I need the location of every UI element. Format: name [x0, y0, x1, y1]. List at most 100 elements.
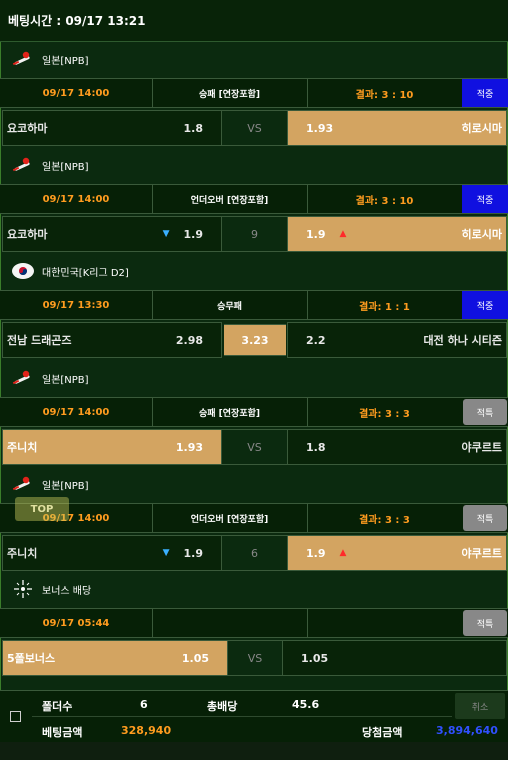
status-badge[interactable]: 적특: [463, 505, 507, 531]
away-odds: 1.9: [306, 227, 326, 241]
league-header: 일본[NPB]: [0, 361, 508, 395]
folder-count-value: 6: [140, 698, 148, 711]
home-odds-cell[interactable]: 요코하마 1.8: [2, 110, 222, 146]
match-result: 결과: 3 : 10: [355, 195, 414, 207]
home-odds-cell[interactable]: 요코하마 ▼ 1.9: [2, 216, 222, 252]
bet-info-row: 09/17 05:44 적특: [0, 608, 508, 638]
market-type: 언더오버 [연장포함]: [152, 504, 308, 532]
draw-cell[interactable]: VS: [228, 640, 282, 676]
away-odds: 1.93: [306, 121, 334, 135]
folder-count-label: 폴더수: [42, 700, 73, 713]
home-odds-cell[interactable]: 주니치 ▼ 1.9: [2, 535, 222, 571]
away-odds-cell[interactable]: 1.93 히로시마: [287, 110, 507, 146]
status-badge[interactable]: 적특: [463, 399, 507, 425]
away-odds: 1.05: [301, 651, 329, 665]
home-odds-cell[interactable]: 주니치 1.93: [2, 429, 222, 465]
korea-flag-icon: [10, 261, 36, 281]
league-header: 보너스 배당: [0, 572, 508, 606]
odds-row: 요코하마 1.8 VS 1.93 히로시마: [0, 110, 508, 146]
home-team: 주니치: [7, 441, 38, 454]
status-badge[interactable]: 적중: [462, 79, 508, 107]
away-odds: 1.8: [306, 440, 326, 454]
scroll-top-button[interactable]: TOP: [15, 497, 69, 521]
away-team: 야쿠르트: [461, 547, 502, 560]
bet-info-row: 09/17 14:00 언더오버 [연장포함] 결과: 3 : 10 적중: [0, 184, 508, 214]
cancel-button[interactable]: 취소: [455, 693, 505, 719]
away-odds-cell[interactable]: 1.9 ▲ 야쿠르트: [287, 535, 507, 571]
match-date: 09/17 05:44: [0, 609, 153, 637]
home-odds: 1.9: [183, 546, 204, 560]
draw-value: 3.23: [241, 333, 269, 347]
match-result: 결과: 3 : 3: [359, 514, 410, 526]
match-date: 09/17 14:00: [0, 185, 153, 213]
home-team: 5폴보너스: [7, 652, 56, 665]
league-name: 일본[NPB]: [42, 480, 89, 492]
draw-value: VS: [247, 121, 262, 135]
home-odds: 1.93: [175, 440, 203, 454]
away-team: 히로시마: [461, 122, 502, 135]
home-team: 요코하마: [7, 228, 48, 241]
away-odds-cell[interactable]: 1.05: [282, 640, 507, 676]
odds-down-icon: ▼: [162, 548, 170, 558]
bet-info-row: 09/17 14:00 승패 [연장포함] 결과: 3 : 3 적특: [0, 397, 508, 427]
league-header: 일본[NPB]: [0, 467, 508, 501]
win-amount-value: 3,894,640: [436, 724, 498, 737]
select-checkbox[interactable]: [10, 711, 21, 722]
league-name: 대한민국[K리그 D2]: [42, 267, 129, 279]
league-name: 일본[NPB]: [42, 55, 89, 67]
away-team: 야쿠르트: [461, 441, 502, 454]
japan-baseball-icon: [10, 155, 36, 175]
match-result: [307, 609, 462, 637]
bet-amount-label: 베팅금액: [42, 726, 83, 739]
bonus-sparkle-icon: [10, 579, 36, 599]
league-header: 대한민국[K리그 D2]: [0, 254, 508, 288]
market-type: 언더오버 [연장포함]: [152, 185, 308, 213]
status-badge[interactable]: 적중: [462, 185, 508, 213]
away-odds-cell[interactable]: 1.8 야쿠르트: [287, 429, 507, 465]
win-amount-label: 당첨금액: [362, 726, 403, 739]
bet-info-row: 09/17 14:00 언더오버 [연장포함] 결과: 3 : 3 적특: [0, 503, 508, 533]
home-odds: 1.8: [183, 121, 204, 135]
bet-summary: 폴더수 6 총배당 45.6 베팅금액 328,940 당첨금액 3,894,6…: [0, 690, 508, 743]
home-odds-cell[interactable]: 전남 드래곤즈 2.98: [2, 322, 222, 358]
league-name: 일본[NPB]: [42, 374, 89, 386]
draw-cell[interactable]: VS: [222, 110, 287, 146]
draw-cell[interactable]: 3.23: [224, 324, 286, 356]
home-odds-cell[interactable]: 5폴보너스 1.05: [2, 640, 228, 676]
odds-up-icon: ▲: [339, 548, 347, 558]
bet-time-text: 베팅시간 : 09/17 13:21: [8, 14, 146, 28]
odds-row: 주니치 ▼ 1.9 6 1.9 ▲ 야쿠르트: [0, 535, 508, 571]
home-team: 요코하마: [7, 122, 48, 135]
odds-up-icon: ▲: [339, 229, 347, 239]
draw-cell[interactable]: 6: [222, 535, 287, 571]
home-odds: 2.98: [175, 333, 203, 347]
draw-value: VS: [247, 651, 263, 665]
away-team: 히로시마: [461, 228, 502, 241]
status-badge[interactable]: 적특: [463, 610, 507, 636]
league-name: 일본[NPB]: [42, 161, 89, 173]
away-odds-cell[interactable]: 2.2 대전 하나 시티즌: [287, 322, 507, 358]
odds-row: 요코하마 ▼ 1.9 9 1.9 ▲ 히로시마: [0, 216, 508, 252]
match-result: 결과: 3 : 10: [355, 89, 414, 101]
match-result: 결과: 1 : 1: [359, 301, 410, 313]
status-badge[interactable]: 적중: [462, 291, 508, 319]
bet-info-row: 09/17 14:00 승패 [연장포함] 결과: 3 : 10 적중: [0, 78, 508, 108]
match-date: 09/17 14:00: [0, 79, 153, 107]
draw-cell[interactable]: VS: [222, 429, 287, 465]
bottom-strip: [0, 742, 508, 760]
home-team: 전남 드래곤즈: [7, 334, 72, 347]
total-odds-label: 총배당: [207, 700, 238, 713]
draw-value: VS: [247, 440, 262, 454]
japan-baseball-icon: [10, 49, 36, 69]
market-type: [152, 609, 308, 637]
odds-row: 5폴보너스 1.05 VS 1.05: [0, 640, 508, 676]
bet-info-row: 09/17 13:30 승무패 결과: 1 : 1 적중: [0, 290, 508, 320]
away-odds-cell[interactable]: 1.9 ▲ 히로시마: [287, 216, 507, 252]
away-team: 대전 하나 시티즌: [423, 334, 503, 347]
home-team: 주니치: [7, 547, 38, 560]
home-odds: 1.05: [181, 651, 209, 665]
draw-cell[interactable]: 9: [222, 216, 287, 252]
match-date: 09/17 14:00: [0, 398, 153, 426]
odds-row: 전남 드래곤즈 2.98 3.23 2.2 대전 하나 시티즌: [0, 322, 508, 358]
match-date: 09/17 13:30: [0, 291, 153, 319]
